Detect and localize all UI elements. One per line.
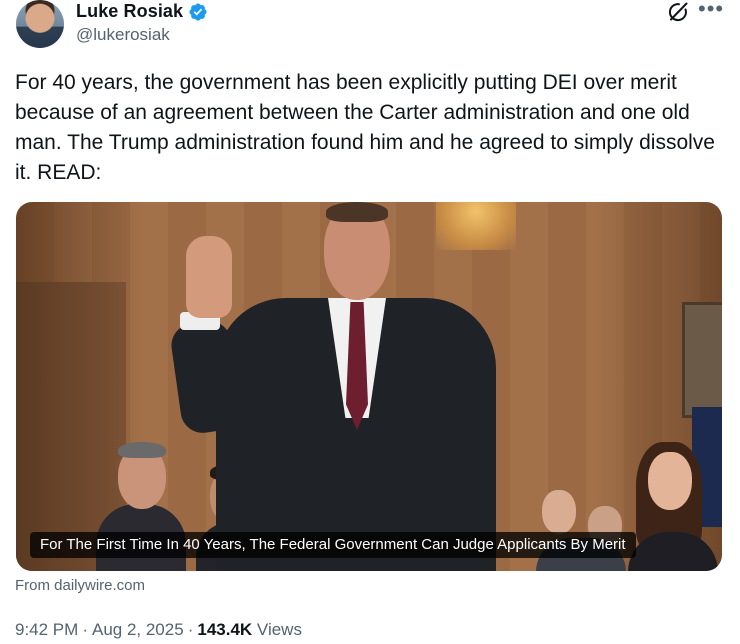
wall-frame [682, 302, 722, 418]
author-name[interactable]: Luke Rosiak [76, 1, 183, 22]
more-icon[interactable]: ••• [698, 0, 724, 24]
audience-person-right [628, 442, 718, 571]
author-handle[interactable]: @lukerosiak [76, 25, 170, 45]
tweet-time[interactable]: 9:42 PM [15, 620, 78, 639]
tweet-header: Luke Rosiak @lukerosiak ••• [16, 0, 724, 52]
tweet-text: For 40 years, the government has been ex… [15, 71, 715, 184]
grok-icon[interactable] [666, 0, 690, 24]
card-source[interactable]: From dailywire.com [15, 577, 145, 594]
link-card-image[interactable]: For The First Time In 40 Years, The Fede… [16, 202, 722, 571]
verified-badge-icon [189, 2, 207, 21]
views-label: Views [256, 620, 302, 639]
avatar[interactable] [16, 0, 64, 48]
separator-dot: · [187, 620, 194, 639]
tweet-meta: 9:42 PM · Aug 2, 2025 · 143.4K Views [15, 620, 302, 640]
tweet-date[interactable]: Aug 2, 2025 [92, 620, 184, 639]
views-count: 143.4K [197, 620, 253, 639]
card-caption: For The First Time In 40 Years, The Fede… [30, 532, 636, 558]
separator-dot: · [82, 620, 88, 639]
author-name-row[interactable]: Luke Rosiak [76, 1, 208, 22]
main-person [166, 202, 546, 571]
